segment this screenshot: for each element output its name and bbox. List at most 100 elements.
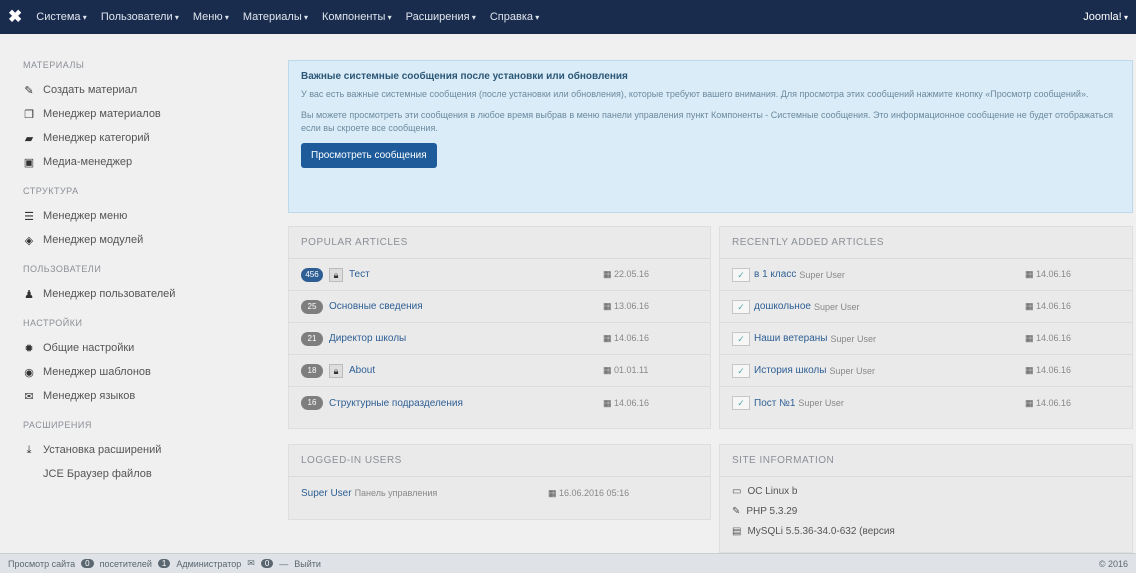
sidebar-item-label: Менеджер материалов — [43, 108, 161, 120]
table-row: ✓ в 1 класс Super User 14.06.16 — [720, 259, 1132, 291]
table-row: 456 🔒︎ Тест 22.05.16 — [289, 259, 710, 291]
status-bar: Просмотр сайта 0 посетителей 1 Администр… — [0, 553, 1136, 573]
published-check-icon[interactable]: ✓ — [732, 331, 750, 346]
published-check-icon[interactable]: ✓ — [732, 363, 750, 378]
lock-icon: 🔒︎ — [329, 363, 343, 378]
menu-components[interactable]: Компоненты — [322, 11, 392, 23]
table-row: ✓ дошкольное Super User 14.06.16 — [720, 291, 1132, 323]
article-author: Super User — [830, 333, 876, 344]
sidebar-item-label: Менеджер языков — [43, 390, 136, 402]
logout-link[interactable]: Выйти — [294, 559, 321, 569]
article-date: 14.06.16 — [1025, 301, 1120, 312]
lock-icon: 🔒︎ — [329, 267, 343, 282]
published-check-icon[interactable]: ✓ — [732, 299, 750, 314]
user-link[interactable]: Super User — [301, 488, 352, 499]
visitors-label: посетителей — [99, 558, 152, 569]
sidebar-item-install-extensions[interactable]: ⤓ Установка расширений — [23, 440, 275, 460]
sidebar-item-label: Менеджер категорий — [43, 132, 150, 144]
table-row: ✓ Наши ветераны Super User 14.06.16 — [720, 323, 1132, 355]
article-link[interactable]: Структурные подразделения — [329, 398, 463, 409]
article-date: 14.06.16 — [1025, 398, 1120, 409]
hits-badge: 18 — [301, 363, 323, 378]
hits-badge: 25 — [301, 299, 323, 314]
sidebar-item-jce-file-browser[interactable]: JCE Браузер файлов — [23, 464, 275, 484]
sidebar-item-label: Общие настройки — [43, 342, 135, 354]
menu-extensions[interactable]: Расширения — [406, 11, 476, 23]
pencil-icon: ✎ — [24, 84, 34, 97]
envelope-icon[interactable]: ✉ — [247, 558, 255, 569]
sidebar-item-template-manager[interactable]: ◉ Менеджер шаблонов — [23, 362, 275, 382]
site-info-text: PHP 5.3.29 — [746, 505, 798, 517]
sidebar-item-module-manager[interactable]: ◈ Менеджер модулей — [23, 230, 275, 250]
alert-title: Важные системные сообщения после установ… — [301, 71, 628, 82]
users-icon: ♟ — [24, 288, 34, 301]
upload-icon: ⤓ — [26, 443, 32, 456]
sidebar-item-category-manager[interactable]: ▰ Менеджер категорий — [23, 128, 275, 148]
joomla-logo-icon[interactable]: ✖ — [8, 7, 22, 27]
article-link[interactable]: Наши ветераны — [754, 333, 827, 344]
article-link[interactable]: дошкольное — [754, 301, 811, 312]
article-link[interactable]: About — [349, 365, 375, 376]
article-date: 13.06.16 — [603, 301, 698, 312]
site-name-dropdown[interactable]: Joomla! — [1083, 11, 1128, 23]
sidebar-heading-extensions: РАСШИРЕНИЯ — [23, 420, 92, 430]
list-item: ▤ MySQLi 5.5.36-34.0-632 (версия — [720, 521, 1132, 541]
published-check-icon[interactable]: ✓ — [732, 396, 750, 410]
copy-icon: ❐ — [24, 108, 34, 121]
sidebar-heading-configuration: НАСТРОЙКИ — [23, 318, 83, 328]
comments-icon: ✉ — [24, 390, 34, 403]
panel-title: SITE INFORMATION — [720, 445, 1132, 477]
article-date: 14.06.16 — [1025, 269, 1120, 280]
article-date: 01.01.11 — [603, 365, 698, 376]
hits-badge: 21 — [301, 331, 323, 346]
admins-label: Администратор — [176, 558, 242, 569]
menu-users[interactable]: Пользователи — [101, 11, 179, 23]
copyright: © 2016 — [1098, 558, 1128, 569]
article-date: 14.06.16 — [1025, 333, 1120, 344]
site-info-text: MySQLi 5.5.36-34.0-632 (версия — [747, 525, 895, 537]
menu-help[interactable]: Справка — [490, 11, 539, 23]
article-author: Super User — [829, 365, 875, 376]
sidebar-heading-structure: СТРУКТУРА — [23, 186, 79, 196]
sidebar-item-label: Менеджер пользователей — [43, 288, 176, 300]
eye-icon: ◉ — [24, 366, 34, 379]
sidebar-item-label: Менеджер модулей — [43, 234, 144, 246]
table-row: 25 Основные сведения 13.06.16 — [289, 291, 710, 323]
sidebar-item-new-article[interactable]: ✎ Создать материал — [23, 80, 275, 100]
wrench-icon: ✎ — [732, 505, 741, 517]
article-link[interactable]: История школы — [754, 365, 826, 376]
sidebar: МАТЕРИАЛЫ ✎ Создать материал ❐ Менеджер ма… — [0, 34, 275, 553]
article-link[interactable]: Основные сведения — [329, 301, 423, 312]
messages-count-badge: 0 — [260, 559, 274, 568]
sidebar-item-global-configuration[interactable]: ✹ Общие настройки — [23, 338, 275, 358]
article-link[interactable]: в 1 класс — [754, 269, 796, 280]
table-row: 16 Структурные подразделения 14.06.16 — [289, 387, 710, 419]
view-site-link[interactable]: Просмотр сайта — [8, 559, 75, 569]
recent-articles-panel: RECENTLY ADDED ARTICLES ✓ в 1 класс Supe… — [719, 226, 1133, 429]
sidebar-item-menu-manager[interactable]: ☰ Менеджер меню — [23, 206, 275, 226]
article-link[interactable]: Тест — [349, 269, 370, 280]
article-link[interactable]: Пост №1 — [754, 398, 795, 409]
menu-menus[interactable]: Меню — [193, 11, 229, 23]
sidebar-heading-users: ПОЛЬЗОВАТЕЛИ — [23, 264, 102, 274]
table-row: 18 🔒︎ About 01.01.11 — [289, 355, 710, 387]
sidebar-item-user-manager[interactable]: ♟ Менеджер пользователей — [23, 284, 275, 304]
sidebar-item-label: JCE Браузер файлов — [43, 468, 152, 480]
user-location: Панель управления — [354, 488, 438, 498]
menu-system[interactable]: Система — [36, 11, 87, 23]
database-icon: ▤ — [732, 525, 742, 537]
menu-content[interactable]: Материалы — [243, 11, 308, 23]
sidebar-heading-content: МАТЕРИАЛЫ — [23, 60, 85, 70]
sidebar-item-language-manager[interactable]: ✉ Менеджер языков — [23, 386, 275, 406]
article-date: 14.06.16 — [603, 398, 698, 409]
sidebar-item-media-manager[interactable]: ▣ Медиа-менеджер — [23, 152, 275, 172]
hits-badge: 16 — [301, 396, 323, 410]
article-link[interactable]: Директор школы — [329, 333, 406, 344]
view-messages-button[interactable]: Просмотреть сообщения — [301, 143, 437, 168]
article-date: 14.06.16 — [603, 333, 698, 344]
main-menu: Система Пользователи Меню Материалы Комп… — [36, 11, 539, 23]
published-check-icon[interactable]: ✓ — [732, 267, 750, 282]
sidebar-item-article-manager[interactable]: ❐ Менеджер материалов — [23, 104, 275, 124]
article-author: Super User — [799, 269, 845, 280]
article-author: Super User — [798, 398, 844, 408]
